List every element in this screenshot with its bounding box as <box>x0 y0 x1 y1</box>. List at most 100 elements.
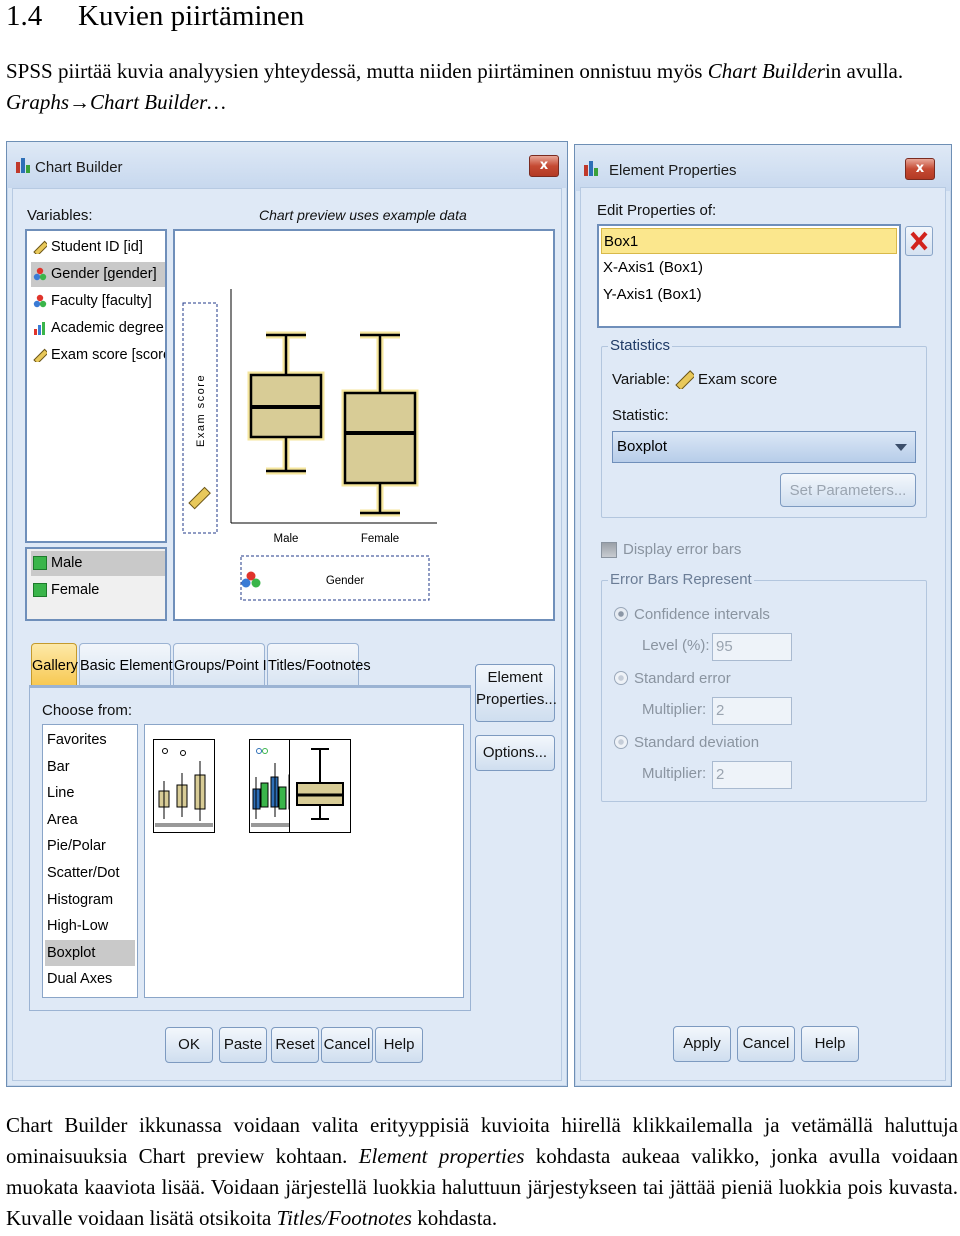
gallery-thumbnails <box>144 724 464 998</box>
x-tick-label-female: Female <box>361 533 399 545</box>
multiplier-field-1[interactable]: 2 <box>712 697 792 725</box>
x-axis-label: Gender <box>326 575 365 587</box>
properties-list-item[interactable]: Y-Axis1 (Box1) <box>601 282 897 308</box>
ep-cancel-button[interactable]: Cancel <box>737 1026 795 1062</box>
standard-deviation-radio[interactable] <box>614 735 628 749</box>
ordinal-icon <box>34 322 45 335</box>
edit-properties-list: Box1 X-Axis1 (Box1) Y-Axis1 (Box1) <box>597 224 901 328</box>
chart-type-item[interactable]: Bar <box>45 754 135 780</box>
chart-preview-canvas[interactable]: Exam score Male Female Gender <box>173 229 555 621</box>
tab-basic-elements[interactable]: Basic Elements <box>79 643 180 687</box>
chart-type-item[interactable]: Line <box>45 780 135 806</box>
set-parameters-button[interactable]: Set Parameters... <box>780 473 916 507</box>
gallery-tabs: Gallery Basic Elements Groups/Point ID T… <box>31 643 471 687</box>
standard-deviation-label: Standard deviation <box>634 734 760 751</box>
intro-text-1: SPSS piirtää kuvia analyysien yhteydessä… <box>6 59 708 83</box>
element-properties-titlebar[interactable]: Element Properties x <box>575 145 951 191</box>
ruler-icon <box>33 240 47 254</box>
section-number: 1.4 <box>6 0 43 32</box>
options-button[interactable]: Options... <box>475 735 555 771</box>
standard-error-radio[interactable] <box>614 671 628 685</box>
category-item-female[interactable]: Female <box>31 578 165 603</box>
chart-type-item[interactable]: Area <box>45 807 135 833</box>
boxplot-preview: Exam score Male Female Gender <box>182 289 437 601</box>
edit-properties-label: Edit Properties of: <box>597 202 717 219</box>
ok-button[interactable]: OK <box>165 1027 213 1063</box>
categories-list: Male Female <box>25 547 167 621</box>
x-axis-nominal-icon <box>241 571 261 588</box>
preview-label: Chart preview uses example data <box>259 207 467 223</box>
error-bars-group-title: Error Bars Represent <box>608 571 754 588</box>
ep-help-button[interactable]: Help <box>801 1026 859 1062</box>
nominal-icon <box>33 267 47 281</box>
outro-paragraph: Chart Builder ikkunassa voidaan valita e… <box>6 1110 958 1234</box>
outro-italic-1: Element properties <box>358 1144 525 1168</box>
paste-button[interactable]: Paste <box>219 1027 267 1063</box>
cancel-button[interactable]: Cancel <box>321 1027 373 1063</box>
standard-error-label: Standard error <box>634 670 731 687</box>
category-item-male[interactable]: Male <box>31 551 165 576</box>
multiplier-label-1: Multiplier: <box>642 701 707 718</box>
element-properties-icon <box>584 161 598 176</box>
chart-builder-client: Variables: Chart preview uses example da… <box>12 188 562 1081</box>
statistic-dropdown[interactable]: Boxplot <box>612 431 916 463</box>
level-label: Level (%): <box>642 637 710 654</box>
section-title: Kuvien piirtäminen <box>78 0 305 32</box>
chart-type-item[interactable]: Boxplot <box>45 939 135 966</box>
error-bars-group: Error Bars Represent Confidence interval… <box>601 571 927 802</box>
variable-item[interactable]: Academic degree [d... <box>31 316 165 341</box>
variable-item[interactable]: Faculty [faculty] <box>31 289 165 314</box>
properties-list-item[interactable]: X-Axis1 (Box1) <box>601 255 897 281</box>
tab-titles-footnotes[interactable]: Titles/Footnotes <box>267 643 371 687</box>
variable-ruler-icon <box>675 370 694 389</box>
chart-type-item[interactable]: Histogram <box>45 887 135 913</box>
apply-button[interactable]: Apply <box>673 1026 731 1062</box>
help-button[interactable]: Help <box>375 1027 423 1063</box>
choose-from-label: Choose from: <box>42 702 133 719</box>
variable-item[interactable]: Exam score [score] <box>31 343 165 368</box>
display-error-bars-checkbox[interactable] <box>601 542 617 558</box>
confidence-intervals-radio[interactable] <box>614 607 628 621</box>
thumbnail-simple-boxplot[interactable] <box>153 739 215 833</box>
reset-button[interactable]: Reset <box>271 1027 319 1063</box>
chart-builder-titlebar[interactable]: Chart Builder x <box>7 142 567 188</box>
intro-italic-1: Chart Builder <box>707 59 825 83</box>
intro-text-2: in avulla. <box>824 59 904 83</box>
y-axis-label: Exam score <box>195 374 207 447</box>
element-properties-close-icon[interactable]: x <box>905 158 935 180</box>
gallery-panel: Choose from: Favorites Bar Line Area Pie/Pol… <box>29 685 471 1011</box>
chart-type-item[interactable]: High-Low <box>45 913 135 939</box>
statistics-group: Statistics Variable: Exam score Statisti… <box>601 337 927 518</box>
element-properties-client: Edit Properties of: Box1 X-Axis1 (Box1) Y-… <box>580 187 946 1081</box>
variable-label: Variable: <box>612 371 671 388</box>
boxplot-female <box>341 331 419 517</box>
element-properties-title: Element Properties <box>609 162 737 179</box>
statistics-group-title: Statistics <box>608 337 673 354</box>
variable-item[interactable]: Gender [gender] <box>31 262 165 287</box>
boxplot-male <box>247 331 325 475</box>
delete-element-button[interactable] <box>905 226 933 256</box>
chart-type-item[interactable]: Pie/Polar <box>45 833 135 859</box>
variable-item[interactable]: Student ID [id] <box>31 235 165 260</box>
chart-builder-close-icon[interactable]: x <box>529 155 559 177</box>
element-properties-button[interactable]: Element Properties... <box>475 664 557 722</box>
tab-groups-point-id[interactable]: Groups/Point ID <box>173 643 277 687</box>
tab-gallery[interactable]: Gallery <box>31 643 78 687</box>
chart-type-item[interactable]: Scatter/Dot <box>45 860 135 886</box>
category-green-icon <box>33 583 47 597</box>
chart-type-item[interactable]: Favorites <box>45 727 135 753</box>
intro-italic-2: Graphs→Chart Builder… <box>6 90 226 114</box>
statistic-label: Statistic: <box>612 407 669 424</box>
y-axis-ruler-icon <box>188 486 211 510</box>
multiplier-label-2: Multiplier: <box>642 765 707 782</box>
properties-list-item[interactable]: Box1 <box>601 228 897 254</box>
thumbnail-1d-boxplot[interactable] <box>289 739 351 833</box>
element-properties-window: Element Properties x Edit Properties of:… <box>574 144 952 1087</box>
multiplier-field-2[interactable]: 2 <box>712 761 792 789</box>
chart-type-item[interactable]: Dual Axes <box>45 966 135 992</box>
level-field[interactable]: 95 <box>712 633 792 661</box>
ruler-icon <box>33 348 47 362</box>
outro-text-3: kohdasta. <box>411 1206 498 1230</box>
variables-list: Student ID [id] Gender [gender] Faculty [f… <box>25 229 167 543</box>
section-heading: 1.4 Kuvien piirtäminen <box>6 0 304 33</box>
